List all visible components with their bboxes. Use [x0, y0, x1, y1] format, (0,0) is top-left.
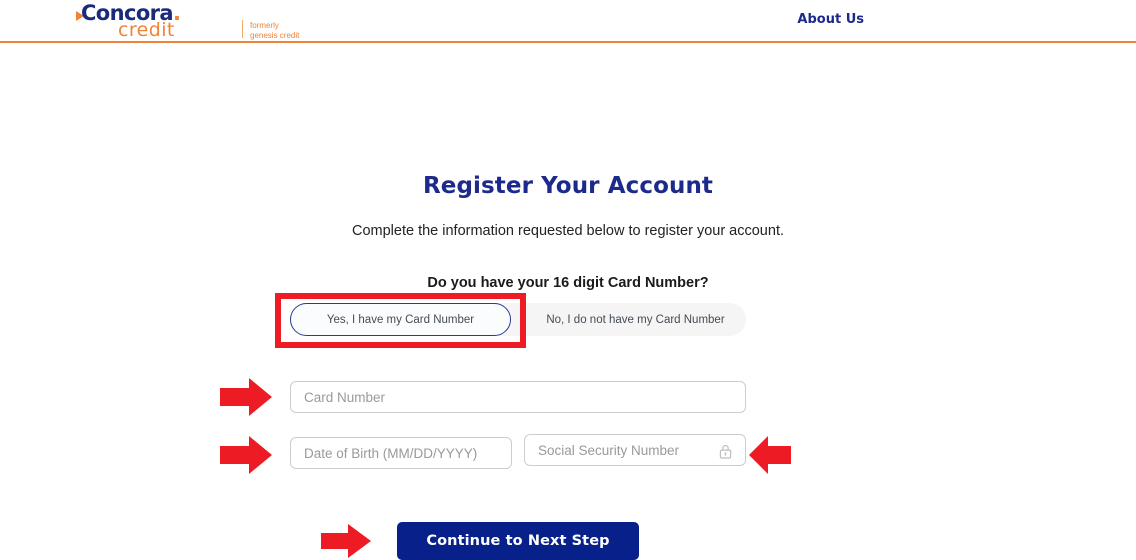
has-card-number-toggle-group: Yes, I have my Card Number No, I do not … [290, 303, 746, 336]
date-of-birth-input[interactable] [290, 437, 512, 469]
nav-link-about-us[interactable]: About Us [797, 12, 864, 27]
arrow-to-card-number-field [220, 378, 272, 416]
logo-tagline: formerly genesis credit [250, 21, 300, 40]
arrow-to-date-of-birth-field [220, 436, 272, 474]
site-header: Concora. credit formerly genesis credit … [0, 0, 1136, 43]
page-title: Register Your Account [422, 173, 714, 200]
logo-product-text: credit [118, 19, 175, 41]
logo-divider [242, 20, 243, 38]
arrow-to-continue-button [321, 524, 371, 558]
page-subtitle: Complete the information requested below… [351, 222, 784, 239]
social-security-number-input[interactable] [524, 434, 746, 466]
main-content: Register Your Account Complete the infor… [0, 43, 1136, 560]
logo-mark: Concora. credit [76, 3, 236, 41]
lock-icon [719, 444, 732, 459]
card-number-question-label: Do you have your 16 digit Card Number? [427, 274, 709, 291]
continue-to-next-step-button[interactable]: Continue to Next Step [397, 522, 639, 560]
card-number-input[interactable] [290, 381, 746, 413]
yes-i-have-my-card-number-toggle[interactable]: Yes, I have my Card Number [290, 303, 511, 336]
concora-credit-logo[interactable]: Concora. credit formerly genesis credit [76, 3, 306, 41]
arrow-to-social-security-number-field [749, 436, 791, 474]
no-i-do-not-have-my-card-number-toggle[interactable]: No, I do not have my Card Number [525, 303, 746, 336]
